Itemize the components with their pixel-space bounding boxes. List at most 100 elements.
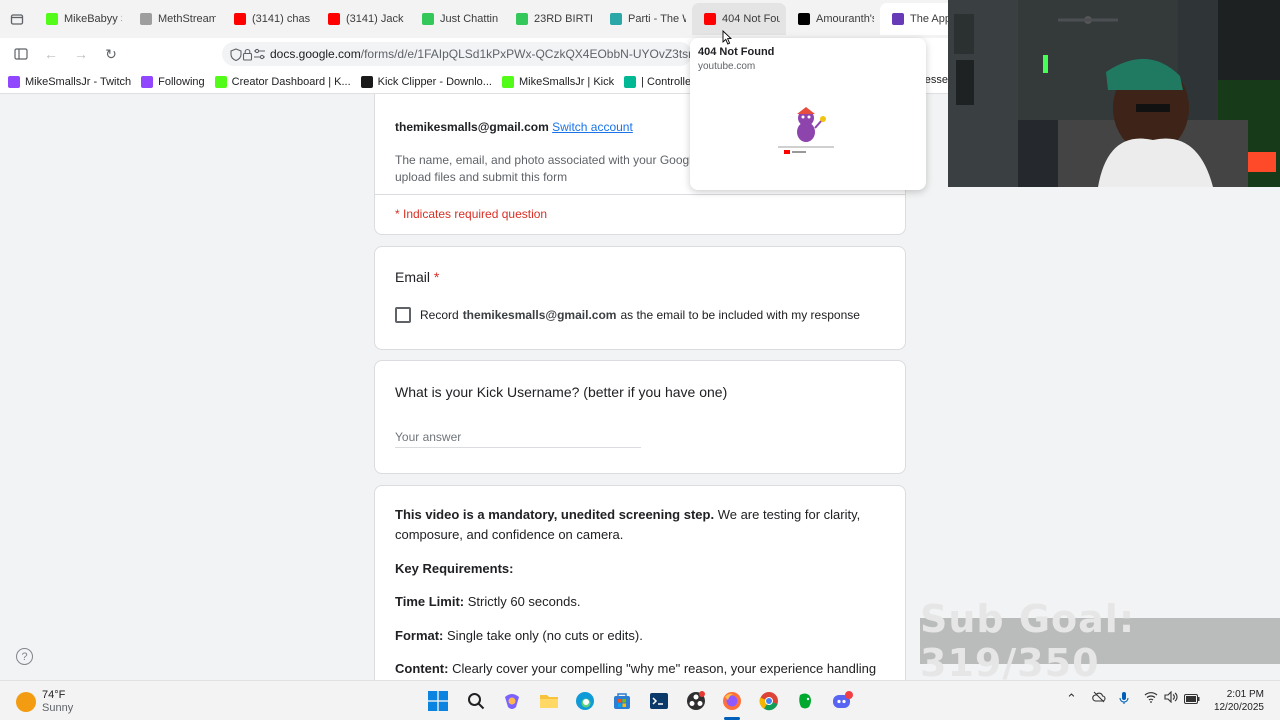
youtube-icon — [704, 13, 716, 25]
content-line: Content: Clearly cover your compelling "… — [395, 661, 877, 676]
browser-tab-strip: MikeBabyy St MethStreams - C (3141) chase (… — [0, 0, 948, 38]
bookmark-item[interactable]: Kick Clipper - Downlo... — [360, 75, 492, 88]
kick-icon — [46, 13, 58, 25]
browser-tab[interactable]: Just Chatting — [410, 3, 504, 35]
taskbar-firefox[interactable] — [720, 689, 744, 713]
switch-account-link[interactable]: Switch account — [552, 120, 633, 134]
weather-widget[interactable]: 74°F Sunny — [16, 689, 73, 715]
clock-date: 12/20/2025 — [1213, 702, 1264, 713]
taskbar-file-explorer[interactable] — [537, 689, 561, 713]
taskbar-terminal[interactable] — [647, 689, 671, 713]
search-icon — [468, 693, 485, 710]
taskbar-store[interactable] — [610, 689, 634, 713]
sub-goal-overlay: Sub Goal: 319/350 — [920, 597, 1280, 685]
browser-tab[interactable]: Amouranth's — [786, 3, 880, 35]
bookmark-overflow-text[interactable]: esse — [925, 74, 948, 86]
url-path: /forms/d/e/1FAIpQLSd1kPxPWx-QCzkQX4EObbN… — [360, 47, 692, 61]
volume-status[interactable] — [1164, 690, 1178, 706]
obs-icon — [687, 691, 705, 710]
address-bar[interactable]: docs.google.com/forms/d/e/1FAIpQLSd1kPxP… — [222, 42, 692, 66]
reload-button[interactable]: ↻ — [96, 40, 126, 68]
folder-icon — [540, 695, 558, 708]
record-email: themikesmalls@gmail.com — [462, 308, 617, 322]
browser-tab[interactable]: (3141) Jack D — [316, 3, 410, 35]
browser-tab[interactable]: The Appr — [880, 3, 948, 35]
kick-username-card: What is your Kick Username? (better if y… — [374, 360, 906, 474]
kick-icon — [501, 75, 514, 88]
record-email-checkbox[interactable] — [395, 307, 411, 323]
preview-title: 404 Not Found — [698, 46, 775, 58]
battery-status[interactable] — [1184, 692, 1200, 707]
email-question-title: Email * — [395, 269, 439, 285]
bookmark-label: Kick Clipper - Downlo... — [377, 75, 492, 88]
taskbar-obs[interactable] — [684, 689, 708, 713]
browser-tab[interactable]: 404 Not Foun — [692, 3, 786, 35]
system-clock[interactable]: 2:01 PM 12/20/2025 — [1206, 688, 1264, 714]
taskbar-chrome[interactable] — [757, 689, 781, 713]
taskbar-copilot[interactable] — [500, 689, 524, 713]
video-requirements-card: This video is a mandatory, unedited scre… — [374, 485, 906, 680]
forward-button[interactable]: → — [66, 40, 96, 68]
edge-icon — [576, 692, 594, 710]
chrome-icon — [759, 692, 778, 711]
chevron-up-icon: ⌃ — [1066, 691, 1077, 706]
kick-username-question: What is your Kick Username? (better if y… — [395, 384, 728, 400]
site-permissions-icon[interactable] — [253, 48, 266, 60]
bookmark-item[interactable]: Creator Dashboard | K... — [214, 75, 351, 88]
mouse-cursor-icon — [722, 30, 732, 45]
web-icon — [140, 13, 152, 25]
sidebar-icon — [14, 48, 28, 60]
taskbar-discord[interactable] — [830, 689, 854, 713]
copilot-icon — [505, 694, 519, 709]
clock-time: 2:01 PM — [1226, 689, 1264, 700]
show-hidden-icons-button[interactable]: ⌃ — [1066, 691, 1077, 707]
privacy-notice-line2: upload files and submit this form — [395, 170, 568, 184]
kick-username-input[interactable]: Your answer — [395, 430, 641, 448]
firefox-icon — [723, 692, 741, 710]
reload-icon: ↻ — [105, 45, 117, 62]
browser-tab[interactable]: (3141) chase — [222, 3, 316, 35]
video-intro-bold: This video is a mandatory, unedited scre… — [395, 507, 715, 522]
browser-tab[interactable]: Parti - The W — [598, 3, 692, 35]
taskbar-edge[interactable] — [573, 689, 597, 713]
battery-icon — [1184, 694, 1200, 704]
onedrive-status[interactable] — [1092, 691, 1106, 706]
browser-tab[interactable]: 23RD BIRTHD — [504, 3, 598, 35]
arrow-right-icon: → — [74, 46, 88, 62]
taskbar-search-button[interactable] — [464, 689, 488, 713]
tab-label: Just Chatting — [440, 13, 498, 25]
kc-icon — [360, 75, 373, 88]
sidebar-toggle-button[interactable] — [6, 40, 36, 68]
preview-domain: youtube.com — [698, 61, 756, 72]
time-limit-line: Time Limit: Strictly 60 seconds. — [395, 594, 581, 609]
store-icon — [614, 693, 630, 709]
play-icon — [422, 13, 434, 25]
windows-logo-icon — [428, 691, 448, 711]
bookmark-label: MikeSmallsJr | Kick — [518, 75, 615, 88]
start-button[interactable] — [426, 689, 450, 713]
tab-label: MethStreams - C — [158, 13, 216, 25]
cloud-off-icon — [1092, 691, 1106, 703]
video-intro: This video is a mandatory, unedited scre… — [395, 505, 875, 545]
required-note: * Indicates required question — [395, 207, 548, 221]
bookmark-item[interactable]: MikeSmallsJr | Kick — [501, 75, 615, 88]
tab-label: (3141) chase — [252, 13, 310, 25]
taskbar-evernote[interactable] — [793, 689, 817, 713]
url-domain: docs.google.com — [270, 47, 361, 61]
tracking-shield-icon[interactable] — [230, 47, 242, 61]
wifi-status[interactable] — [1144, 691, 1158, 706]
bookmark-item[interactable]: MikeSmallsJr - Twitch — [8, 75, 131, 88]
terminal-icon — [650, 693, 668, 709]
bookmark-item[interactable]: Following — [141, 75, 205, 88]
back-button[interactable]: ← — [36, 40, 66, 68]
tab-label: 23RD BIRTHD — [534, 13, 592, 25]
microphone-indicator[interactable] — [1119, 691, 1129, 708]
browser-tab[interactable]: MikeBabyy St — [34, 3, 128, 35]
tab-label: Parti - The W — [628, 13, 686, 25]
tab-actions-menu-button[interactable] — [0, 0, 34, 38]
help-button[interactable]: ? — [16, 648, 33, 665]
record-suffix: as the email to be included with my resp… — [620, 308, 860, 322]
browser-tab[interactable]: MethStreams - C — [128, 3, 222, 35]
lock-icon[interactable] — [242, 48, 253, 61]
tab-label: MikeBabyy St — [64, 13, 122, 25]
